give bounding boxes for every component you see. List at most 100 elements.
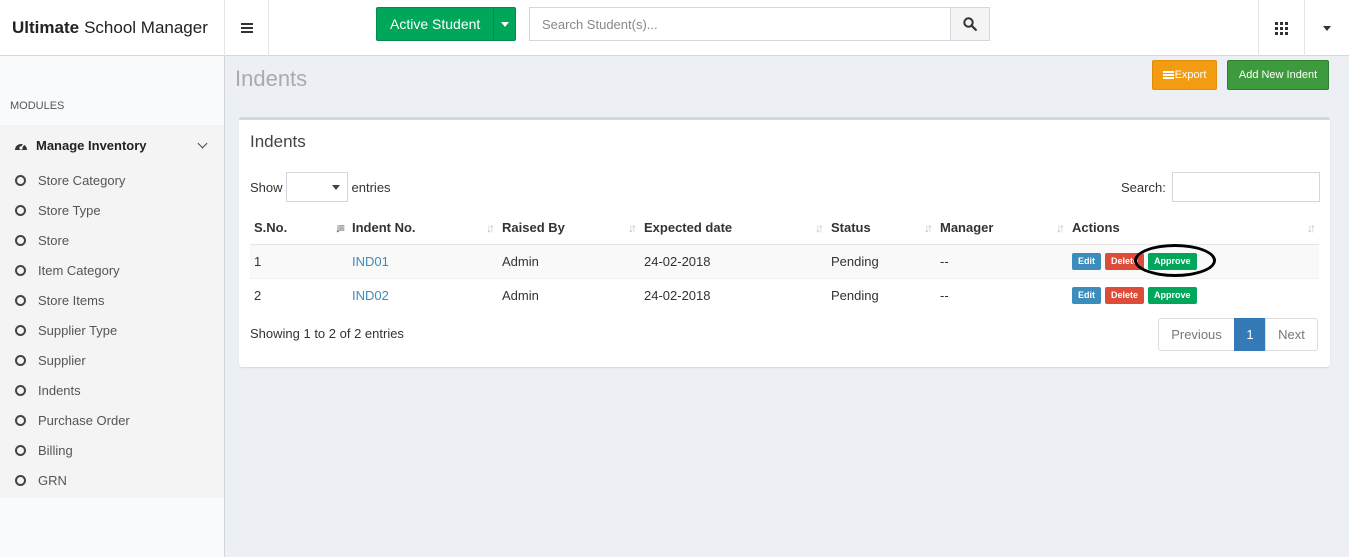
circle-icon [15, 264, 26, 276]
table-row: 1 IND01 Admin 24-02-2018 Pending -- Edit… [250, 243, 1319, 278]
sidebar: MODULES Manage Inventory Store Category … [0, 56, 225, 557]
export-label: Export [1174, 69, 1207, 81]
sidebar-item-store-category[interactable]: Store Category [0, 165, 224, 195]
export-button[interactable]: Export [1152, 60, 1217, 90]
sidebar-item-label: Supplier Type [38, 322, 118, 338]
brand-rest: School Manager [84, 18, 208, 37]
cell-raised-by: Admin [498, 277, 640, 312]
header-label: Indent No. [352, 220, 416, 236]
sidebar-item-store[interactable]: Store [0, 225, 224, 255]
cell-sno: 1 [250, 243, 348, 278]
modules-heading: MODULES [10, 100, 65, 112]
entries-select[interactable] [285, 172, 348, 202]
header-label: Status [831, 220, 871, 236]
student-search-input[interactable] [529, 7, 951, 41]
sort-icon: ↓↑ [1307, 221, 1316, 235]
page-1-button[interactable]: 1 [1234, 318, 1266, 351]
user-menu-button[interactable] [1304, 0, 1348, 56]
sidebar-item-grn[interactable]: GRN [0, 465, 224, 495]
sidebar-item-label: GRN [38, 472, 67, 488]
column-header-expected-date[interactable]: Expected date ↓↑ [640, 212, 827, 245]
active-student-caret[interactable] [493, 8, 515, 40]
search-button[interactable] [950, 7, 990, 41]
cell-raised-by: Admin [498, 243, 640, 278]
cell-expected-date: 24-02-2018 [640, 243, 827, 278]
sort-icon: ↓↑ [924, 221, 933, 235]
entries-label: entries [351, 179, 391, 195]
indents-box: Indents Show entries Search: S.No. ↓≡ Ind… [239, 117, 1330, 367]
edit-button[interactable]: Edit [1072, 252, 1101, 270]
cell-expected-date: 24-02-2018 [640, 277, 827, 312]
active-student-dropdown[interactable]: Active Student [376, 7, 516, 41]
next-page-button[interactable]: Next [1265, 318, 1318, 351]
approve-button[interactable]: Approve [1148, 286, 1197, 304]
sidebar-item-label: Supplier [38, 352, 86, 368]
indents-table: S.No. ↓≡ Indent No. ↓↑ Raised By ↓↑ Expecte… [250, 212, 1319, 312]
cell-actions: Edit Delete Approve [1068, 243, 1319, 278]
column-header-raised-by[interactable]: Raised By ↓↑ [498, 212, 640, 245]
grid-icon [1275, 21, 1288, 35]
circle-icon [15, 414, 26, 426]
sort-icon: ↓↑ [815, 221, 824, 235]
app-brand[interactable]: Ultimate School Manager [0, 0, 224, 56]
active-student-label: Active Student [390, 16, 481, 32]
sidebar-item-supplier[interactable]: Supplier [0, 345, 224, 375]
caret-down-icon [1322, 25, 1331, 31]
sort-icon: ↓↑ [1056, 221, 1065, 235]
sidebar-item-label: Store Items [38, 292, 105, 308]
delete-button[interactable]: Delete [1105, 252, 1145, 270]
sidebar-item-store-type[interactable]: Store Type [0, 195, 224, 225]
approve-wrapper: Approve [1134, 244, 1217, 278]
column-header-manager[interactable]: Manager ↓↑ [936, 212, 1068, 245]
column-header-actions[interactable]: Actions ↓↑ [1068, 212, 1319, 245]
sidebar-item-label: Purchase Order [38, 412, 130, 428]
sidebar-item-store-items[interactable]: Store Items [0, 285, 224, 315]
pagination: Previous 1 Next [1158, 318, 1318, 351]
indent-link[interactable]: IND02 [352, 288, 389, 303]
circle-icon [15, 444, 26, 456]
column-header-sno[interactable]: S.No. ↓≡ [250, 212, 348, 245]
sidebar-item-purchase-order[interactable]: Purchase Order [0, 405, 224, 435]
header-label: Manager [940, 220, 994, 236]
circle-icon [15, 354, 26, 366]
sidebar-item-indents[interactable]: Indents [0, 375, 224, 405]
sidebar-toggle-button[interactable] [224, 0, 269, 56]
cell-manager: -- [936, 243, 1068, 278]
dashboard-icon [15, 143, 27, 150]
previous-page-button[interactable]: Previous [1158, 318, 1235, 351]
chevron-down-icon [197, 138, 208, 149]
apps-grid-button[interactable] [1258, 0, 1304, 56]
cell-indent-no: IND01 [348, 243, 498, 278]
table-row: 2 IND02 Admin 24-02-2018 Pending -- Edit… [250, 277, 1319, 312]
circle-icon [15, 474, 26, 486]
sidebar-item-label: Item Category [38, 262, 120, 278]
page-title: Indents [235, 66, 308, 91]
sidebar-item-label: Store Type [38, 202, 101, 218]
header-label: Expected date [644, 220, 733, 236]
cell-indent-no: IND02 [348, 277, 498, 312]
search-label: Search: [1121, 179, 1166, 195]
caret-down-icon [500, 21, 509, 27]
header-label: S.No. [254, 220, 288, 236]
edit-button[interactable]: Edit [1072, 286, 1101, 304]
manage-inventory-toggle[interactable]: Manage Inventory [0, 125, 224, 165]
column-header-status[interactable]: Status ↓↑ [827, 212, 936, 245]
sidebar-item-billing[interactable]: Billing [0, 435, 224, 465]
delete-button[interactable]: Delete [1105, 286, 1145, 304]
list-icon [1162, 71, 1174, 79]
indent-link[interactable]: IND01 [352, 254, 389, 269]
sort-icon: ↓↑ [628, 221, 637, 235]
circle-icon [15, 204, 26, 216]
sidebar-item-supplier-type[interactable]: Supplier Type [0, 315, 224, 345]
table-header-row: S.No. ↓≡ Indent No. ↓↑ Raised By ↓↑ Expecte… [250, 212, 1319, 245]
sidebar-item-item-category[interactable]: Item Category [0, 255, 224, 285]
add-new-indent-button[interactable]: Add New Indent [1227, 60, 1329, 90]
sidebar-item-label: Store [38, 232, 70, 248]
sidebar-item-label: Indents [38, 382, 81, 398]
table-search-input[interactable] [1171, 172, 1320, 202]
approve-button[interactable]: Approve [1148, 252, 1197, 270]
manage-inventory-label: Manage Inventory [36, 137, 147, 153]
circle-icon [15, 294, 26, 306]
circle-icon [15, 384, 26, 396]
column-header-indent-no[interactable]: Indent No. ↓↑ [348, 212, 498, 245]
